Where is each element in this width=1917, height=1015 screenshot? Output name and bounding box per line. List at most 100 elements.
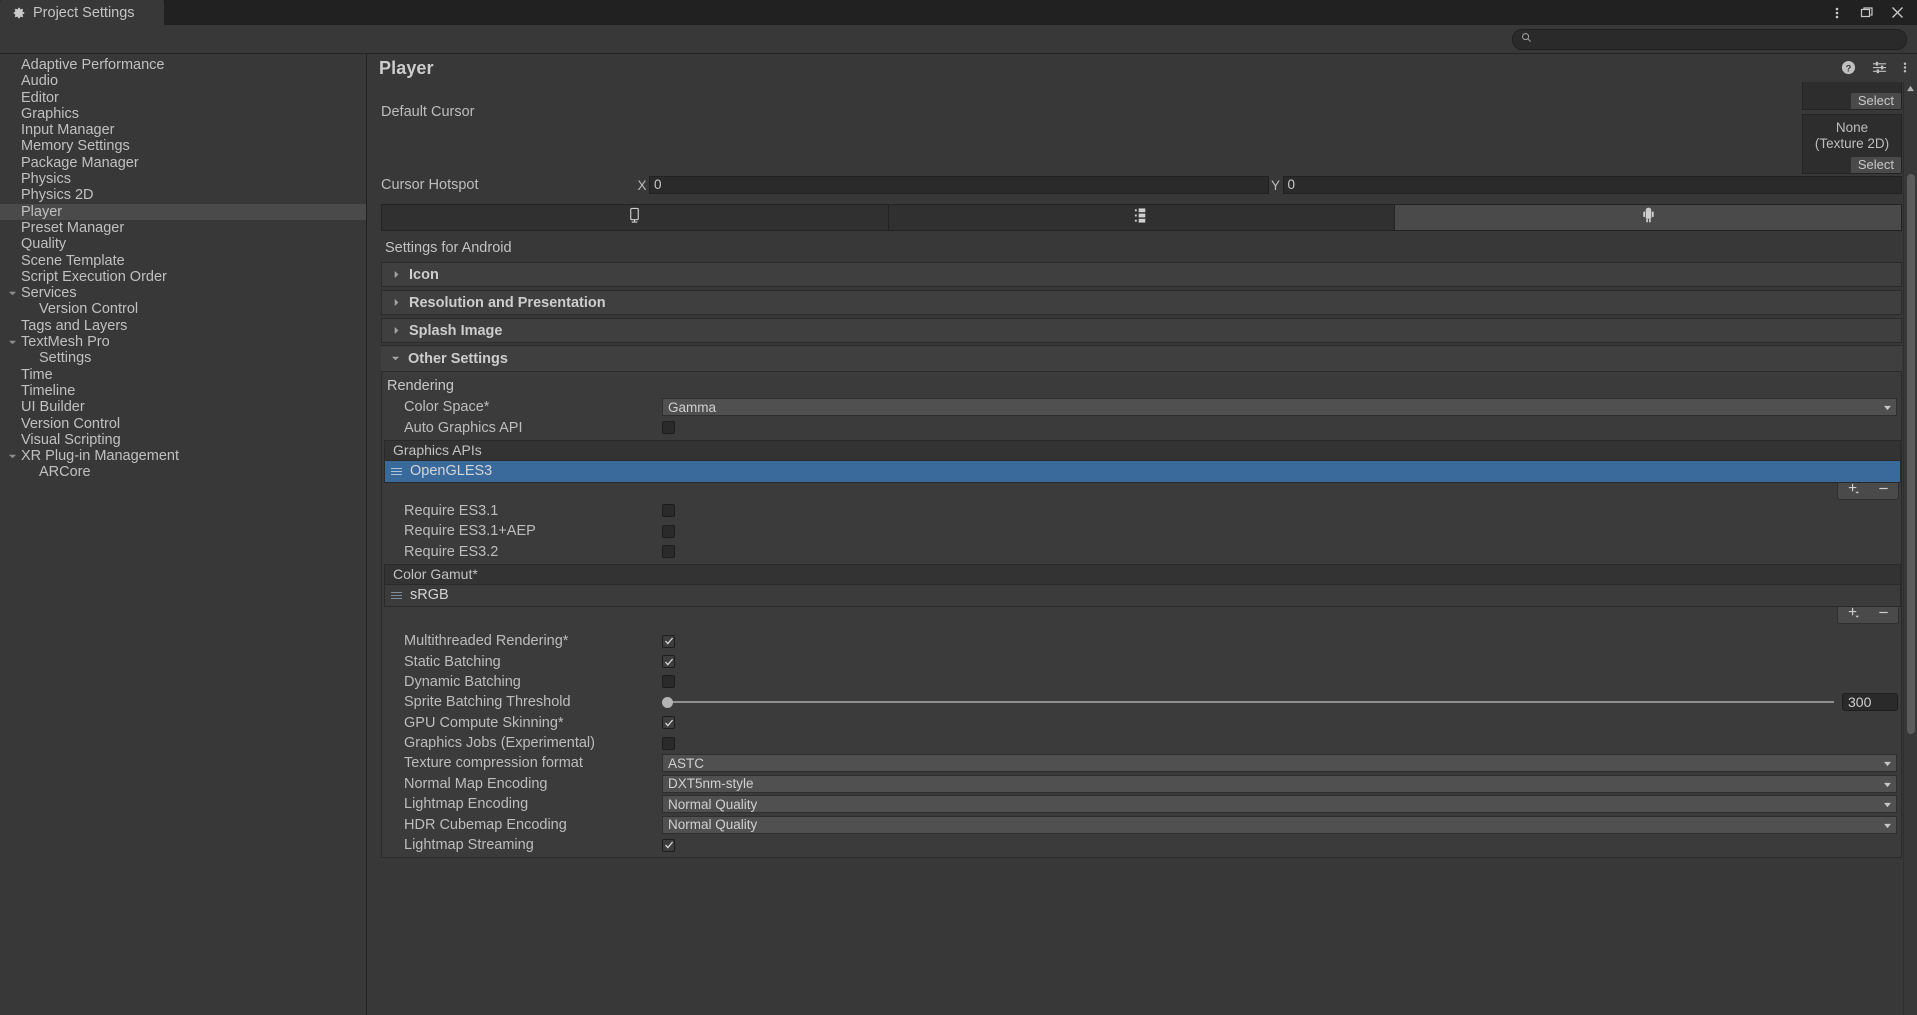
sidebar-item-visual-scripting[interactable]: Visual Scripting <box>0 432 366 448</box>
search-box[interactable] <box>1512 28 1907 50</box>
foldout-label: Resolution and Presentation <box>409 294 606 311</box>
checkbox[interactable] <box>662 716 675 730</box>
cursor-hotspot-y-input[interactable]: 0 <box>1282 176 1902 194</box>
sidebar-item-editor[interactable]: Editor <box>0 90 366 106</box>
add-icon[interactable] <box>1847 482 1860 500</box>
other-settings-header[interactable]: Other Settings <box>381 345 1902 372</box>
sidebar-item-preset-manager[interactable]: Preset Manager <box>0 220 366 236</box>
search-input[interactable] <box>1537 32 1898 46</box>
sidebar-item-audio[interactable]: Audio <box>0 73 366 89</box>
scroll-up-icon[interactable] <box>1904 82 1917 95</box>
foldout-splash-image[interactable]: Splash Image <box>381 318 1902 343</box>
select-button-2[interactable]: Select <box>1850 157 1901 173</box>
drag-handle-icon[interactable] <box>391 467 402 475</box>
preset-icon[interactable] <box>1872 60 1887 80</box>
remove-icon[interactable] <box>1877 482 1890 500</box>
sidebar-item-memory-settings[interactable]: Memory Settings <box>0 138 366 154</box>
checkbox[interactable] <box>662 524 675 538</box>
sidebar-item-script-execution-order[interactable]: Script Execution Order <box>0 269 366 285</box>
sidebar-item-version-control[interactable]: Version Control <box>0 301 366 317</box>
kebab-menu-icon[interactable] <box>1903 60 1907 80</box>
checkbox[interactable] <box>662 736 675 750</box>
help-icon[interactable]: ? <box>1841 60 1856 80</box>
desktop-icon <box>627 207 642 229</box>
remove-icon[interactable] <box>1877 606 1890 624</box>
chevron-down-icon[interactable] <box>6 338 19 347</box>
settings-scroll-area: Default Cursor Select None (Texture 2D) … <box>367 82 1917 1015</box>
sidebar-item-timeline[interactable]: Timeline <box>0 383 366 399</box>
tab-dedicated-server[interactable] <box>889 205 1396 230</box>
sidebar-item-services[interactable]: Services <box>0 285 366 301</box>
sidebar-item-xr-plug-in-management[interactable]: XR Plug-in Management <box>0 448 366 464</box>
checkbox[interactable] <box>662 655 675 669</box>
sidebar-item-textmesh-pro[interactable]: TextMesh Pro <box>0 334 366 350</box>
color-gamut-list[interactable]: sRGB <box>384 583 1901 607</box>
graphics-apis-list[interactable]: OpenGLES3 <box>384 459 1901 483</box>
sidebar-item-player[interactable]: Player <box>0 203 366 220</box>
sidebar-item-quality[interactable]: Quality <box>0 236 366 252</box>
slider[interactable] <box>662 693 1834 711</box>
tab-android[interactable] <box>1395 205 1902 230</box>
tab-standalone[interactable] <box>382 205 889 230</box>
sidebar-item-adaptive-performance[interactable]: Adaptive Performance <box>0 57 366 73</box>
default-cursor-object-field[interactable]: None (Texture 2D) Select <box>1802 114 1902 174</box>
chevron-down-icon[interactable] <box>6 289 19 298</box>
checkbox[interactable] <box>662 421 675 435</box>
property-row: Static Batching <box>382 651 1901 671</box>
slider-value-input[interactable]: 300 <box>1842 693 1898 712</box>
checkbox[interactable] <box>662 504 675 518</box>
checkbox[interactable] <box>662 838 675 852</box>
checkbox[interactable] <box>662 634 675 648</box>
dropdown[interactable]: DXT5nm-style <box>662 774 1897 793</box>
main-header: Player ? <box>367 54 1917 82</box>
sidebar-item-settings[interactable]: Settings <box>0 350 366 366</box>
sidebar-item-ui-builder[interactable]: UI Builder <box>0 399 366 415</box>
sidebar-item-arcore[interactable]: ARCore <box>0 464 366 480</box>
slider-knob[interactable] <box>662 696 673 708</box>
checkbox[interactable] <box>662 545 675 559</box>
sidebar-item-label: Visual Scripting <box>21 431 121 448</box>
property-control <box>662 504 1901 518</box>
foldout-resolution-and-presentation[interactable]: Resolution and Presentation <box>381 290 1902 315</box>
cursor-hotspot-x-input[interactable]: 0 <box>649 176 1269 194</box>
settings-sidebar[interactable]: Adaptive Performance Audio Editor Graphics I… <box>0 54 367 1015</box>
close-icon[interactable] <box>1889 5 1905 21</box>
sidebar-item-time[interactable]: Time <box>0 367 366 383</box>
kebab-menu-icon[interactable] <box>1829 5 1845 21</box>
rendering-rows: Color Space* Gamma Auto Graphics API <box>382 397 1901 438</box>
list-item[interactable]: sRGB <box>385 585 1900 606</box>
dropdown[interactable]: Normal Quality <box>662 815 1897 834</box>
dropdown[interactable]: Normal Quality <box>662 795 1897 814</box>
sidebar-item-package-manager[interactable]: Package Manager <box>0 155 366 171</box>
vertical-scrollbar[interactable] <box>1903 82 1917 1015</box>
foldout-label: Splash Image <box>409 322 503 339</box>
graphics-apis-label: Graphics APIs <box>393 442 482 459</box>
chevron-down-icon[interactable] <box>6 452 19 461</box>
dropdown-value: DXT5nm-style <box>668 776 754 792</box>
select-button[interactable]: Select <box>1850 93 1901 109</box>
sidebar-item-graphics[interactable]: Graphics <box>0 106 366 122</box>
sidebar-item-physics[interactable]: Physics <box>0 171 366 187</box>
sidebar-item-input-manager[interactable]: Input Manager <box>0 122 366 138</box>
sidebar-item-label: Tags and Layers <box>21 317 128 334</box>
checkbox[interactable] <box>662 675 675 689</box>
sidebar-item-version-control[interactable]: Version Control <box>0 416 366 432</box>
property-control: 300 <box>662 693 1901 712</box>
sidebar-item-scene-template[interactable]: Scene Template <box>0 253 366 269</box>
dropdown[interactable]: ASTC <box>662 754 1897 773</box>
cursor-object-field-top[interactable]: Select <box>1802 82 1902 110</box>
scrollbar-thumb[interactable] <box>1907 174 1915 734</box>
settings-content: Default Cursor Select None (Texture 2D) … <box>367 82 1904 1015</box>
sidebar-item-physics-2d[interactable]: Physics 2D <box>0 187 366 203</box>
maximize-icon[interactable] <box>1859 5 1875 21</box>
foldout-icon[interactable]: Icon <box>381 262 1902 287</box>
platform-tab-bar[interactable] <box>381 204 1902 231</box>
sidebar-item-tags-and-layers[interactable]: Tags and Layers <box>0 318 366 334</box>
list-item[interactable]: OpenGLES3 <box>385 460 1900 482</box>
property-row: Graphics Jobs (Experimental) <box>382 733 1901 753</box>
add-icon[interactable] <box>1847 606 1860 624</box>
tab-project-settings[interactable]: Project Settings <box>0 0 164 25</box>
dropdown[interactable]: Gamma <box>662 398 1897 417</box>
drag-handle-icon[interactable] <box>391 591 402 599</box>
sidebar-item-label: Version Control <box>39 301 139 318</box>
